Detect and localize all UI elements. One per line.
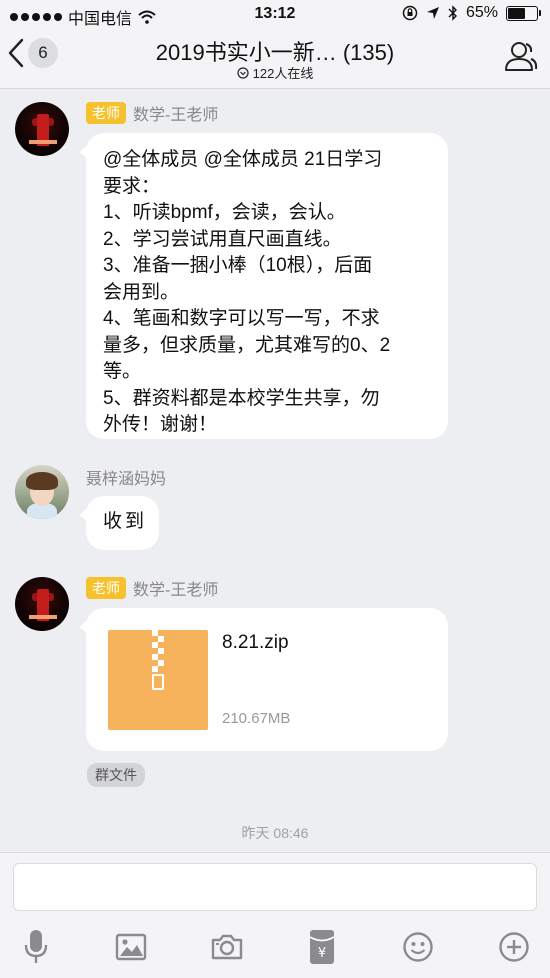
sender-row: 老师 数学-王老师 [86,576,218,600]
svg-text:¥: ¥ [318,946,326,961]
sender-row: 聂梓涵妈妈 [86,465,166,489]
online-count: 122人在线 [252,66,314,81]
sender-row: 老师 数学-王老师 [86,101,218,125]
orientation-lock-icon [402,5,418,21]
status-right: 65% [402,4,541,22]
message-bubble[interactable]: 收到 [79,496,159,550]
input-toolbar: ¥ [0,927,550,967]
red-packet-button[interactable]: ¥ [302,927,342,967]
file-size: 210.67MB [222,710,291,727]
emoji-icon [403,932,433,962]
message-input[interactable] [13,863,537,911]
group-file-tag[interactable]: 群文件 [87,763,145,787]
group-members-button[interactable] [504,40,538,77]
avatar[interactable] [15,102,69,156]
zip-file-icon [108,630,208,730]
composer: ¥ [0,852,550,978]
plus-icon [499,932,529,962]
file-name: 8.21.zip [222,632,289,653]
image-button[interactable] [111,927,151,967]
message-bubble[interactable]: @全体成员 @全体成员 21日学习 要求： 1、听读bpmf，会读，会认。 2、… [79,133,448,439]
sender-name: 聂梓涵妈妈 [86,471,167,488]
online-icon [237,66,249,79]
emoji-button[interactable] [398,927,438,967]
battery-icon [506,5,541,21]
online-status: 122人在线 [0,63,550,82]
sender-name: 数学-王老师 [133,107,219,124]
image-icon [115,933,147,961]
message-text: 收到 [103,511,148,532]
bluetooth-icon [448,5,457,21]
red-packet-icon: ¥ [309,930,335,964]
voice-button[interactable] [16,927,56,967]
battery-fill [508,7,525,19]
chat-header: 6 2019书实小一新… (135) 122人在线 [0,30,550,89]
group-members-icon [505,42,538,71]
camera-button[interactable] [207,927,247,967]
camera-icon [211,934,243,960]
teacher-badge: 老师 [86,102,126,124]
status-bar: 中国电信 13:12 65% [0,0,550,30]
teacher-badge: 老师 [86,577,126,599]
file-message-bubble[interactable]: 8.21.zip 210.67MB [79,608,448,751]
more-button[interactable] [494,927,534,967]
avatar[interactable] [15,577,69,631]
avatar[interactable] [15,465,69,519]
battery-percent: 65% [465,4,498,21]
timestamp: 昨天 08:46 [241,825,309,841]
microphone-icon [24,930,48,963]
location-icon [426,7,439,19]
sender-name: 数学-王老师 [133,582,219,599]
message-text: @全体成员 @全体成员 21日学习 要求： 1、听读bpmf，会读，会认。 2、… [103,149,391,435]
